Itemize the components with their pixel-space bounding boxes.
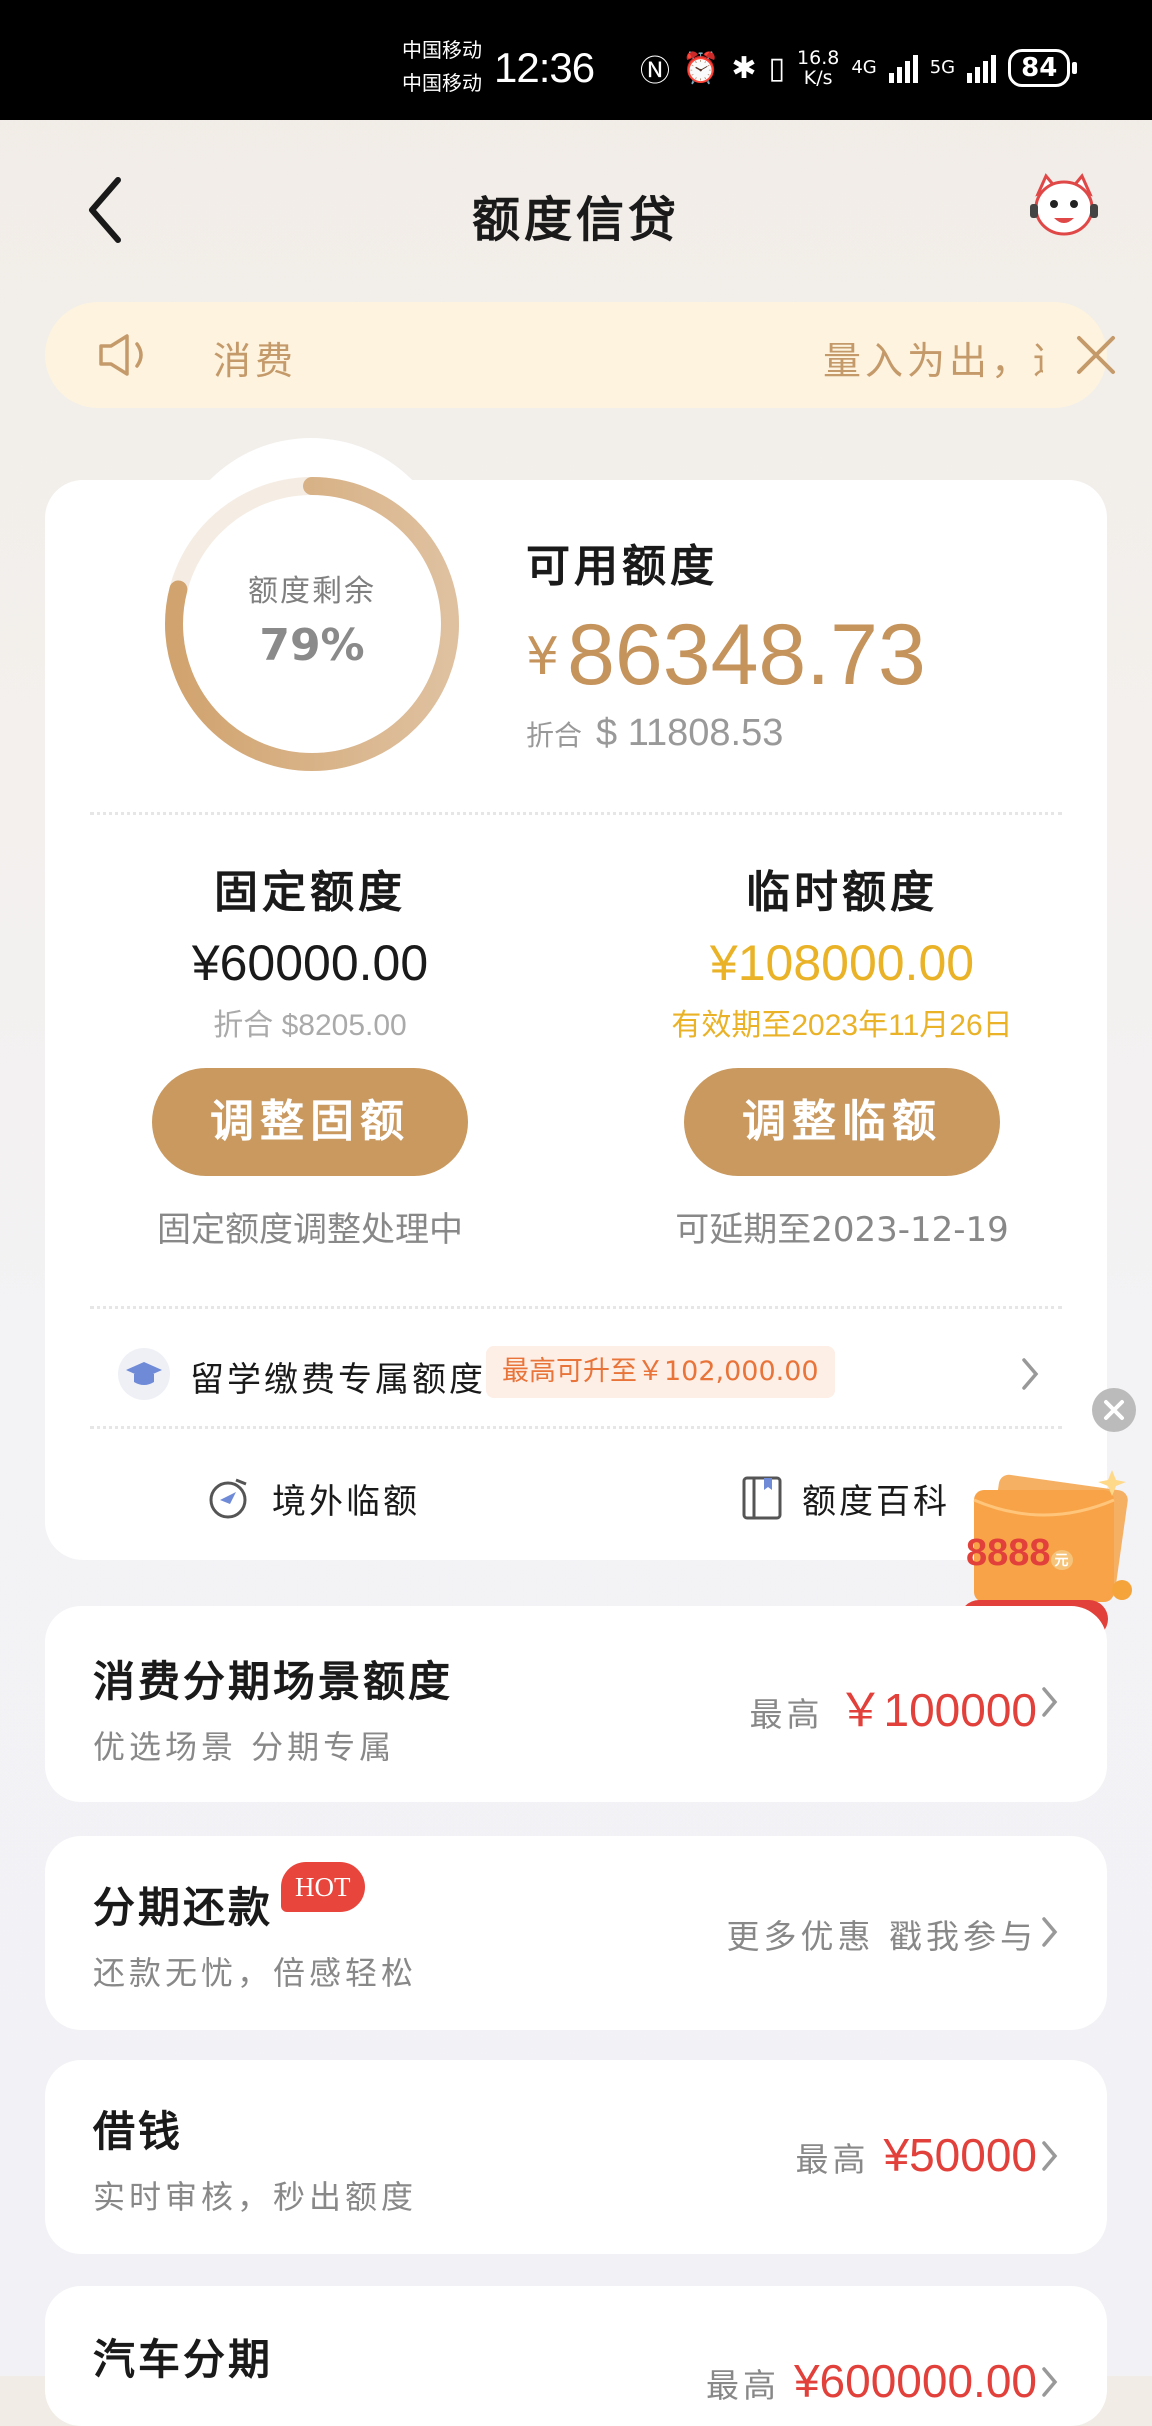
available-amount-value: 86348.73: [567, 607, 926, 703]
usd-amount: $ 11808.53: [596, 712, 784, 754]
chevron-right-icon: [1042, 1687, 1058, 1717]
notice-bar[interactable]: 消费 量入为出，适度消费: [45, 302, 1115, 408]
book-icon: [742, 1476, 782, 1520]
promo-unit: 元: [1050, 1550, 1073, 1570]
status-icons: Ⓝ ⏰ ✱ ▯ 16.8 K/s 4G 5G 84: [640, 44, 1078, 92]
available-quota-amount: ¥86348.73: [526, 606, 926, 705]
network-speed: 16.8 K/s: [797, 48, 839, 88]
service-subtitle: 优选场景 分期专属: [93, 1728, 396, 1766]
usd-prefix: 折合: [526, 719, 583, 752]
vibrate-icon: ▯: [768, 50, 786, 86]
signal-icon-2: [967, 53, 997, 83]
fixed-quota-label: 固定额度: [214, 867, 406, 918]
quota-wiki-link[interactable]: 额度百科: [740, 1468, 950, 1528]
page-title: 额度信贷: [471, 192, 680, 248]
service-card-installment-scene[interactable]: 消费分期场景额度 优选场景 分期专属 最高 ￥100000: [45, 1606, 1107, 1802]
quota-wiki-label: 额度百科: [802, 1481, 950, 1522]
ring-percent: 79%: [259, 620, 365, 671]
notice-tag: 消费: [213, 339, 298, 383]
service-value-prefix: 最高: [749, 1695, 824, 1734]
currency-symbol: ¥: [526, 627, 560, 687]
globe-plane-icon: [209, 1478, 247, 1519]
notice-message: 量入为出，适度消费: [823, 339, 1043, 383]
service-value: 最高 ￥100000: [750, 1674, 1038, 1740]
network-type-1: 4G: [851, 57, 877, 78]
chevron-right-icon: [1042, 2141, 1058, 2171]
service-value-amount: ¥50000: [883, 2129, 1038, 2181]
clock: 12:36: [494, 44, 595, 91]
nav-bar: 额度信贷: [0, 120, 1152, 290]
service-subtitle: 还款无忧，倍感轻松: [93, 1954, 418, 1992]
service-value: 最高 ¥50000: [796, 2128, 1038, 2182]
speaker-icon: [99, 334, 143, 376]
divider: [90, 812, 1062, 815]
bluetooth-icon: ✱: [731, 50, 757, 86]
graduation-cap-icon: [118, 1348, 170, 1400]
service-title: 消费分期场景额度: [93, 1657, 454, 1706]
study-abroad-label: 留学缴费专属额度: [190, 1360, 486, 1400]
adjust-fixed-button[interactable]: 调整固额: [152, 1068, 468, 1176]
temporary-quota-amount: ¥108000.00: [709, 935, 975, 991]
alarm-icon: ⏰: [682, 50, 720, 86]
service-card-car-installment[interactable]: 汽车分期 最高 ¥600000.00: [45, 2286, 1107, 2426]
service-value: 最高 ¥600000.00: [706, 2354, 1037, 2408]
service-title: 汽车分期: [93, 2335, 274, 2384]
status-bar: 中国移动 中国移动 12:36 Ⓝ ⏰ ✱ ▯ 16.8 K/s 4G 5G 8…: [0, 0, 1152, 120]
carrier-labels: 中国移动 中国移动: [402, 34, 482, 100]
service-title: 分期还款: [93, 1883, 274, 1932]
network-type-2: 5G: [929, 57, 956, 78]
divider: [90, 1426, 1062, 1429]
temporary-quota-label: 临时额度: [746, 867, 938, 918]
speed-value: 16.8: [797, 47, 840, 69]
service-value-amount: ¥600000.00: [793, 2355, 1037, 2407]
study-abroad-badge: 最高可升至￥102,000.00: [486, 1346, 835, 1398]
fixed-quota-usd: 折合 $8205.00: [213, 1009, 407, 1042]
temporary-quota-note: 可延期至2023-12-19: [675, 1210, 1009, 1250]
promo-close-button[interactable]: [1092, 1388, 1136, 1432]
service-value-prefix: 最高: [795, 2140, 870, 2179]
nfc-icon: Ⓝ: [640, 54, 670, 89]
chevron-right-icon: [1022, 1358, 1039, 1390]
carrier-1: 中国移动: [402, 38, 482, 62]
service-value-amount: ￥100000: [837, 1684, 1038, 1736]
service-card-borrow[interactable]: 借钱 实时审核，秒出额度 最高 ¥50000: [45, 2060, 1107, 2254]
customer-service-mascot-icon[interactable]: [1028, 170, 1100, 242]
hot-badge: HOT: [281, 1862, 365, 1912]
close-icon: [1104, 1400, 1124, 1420]
close-icon[interactable]: [1073, 332, 1119, 378]
chevron-right-icon: [1042, 1917, 1058, 1947]
temporary-quota: 临时额度 ¥108000.00 有效期至2023年11月26日: [612, 856, 1072, 1044]
fixed-quota-note: 固定额度调整处理中: [157, 1210, 463, 1250]
service-value-prefix: 最高: [705, 2366, 780, 2405]
speed-unit: K/s: [803, 67, 833, 89]
battery-icon: 84: [1008, 49, 1078, 87]
service-card-installment-repayment[interactable]: 分期还款 HOT 还款无忧，倍感轻松 更多优惠 戳我参与: [45, 1836, 1107, 2030]
temporary-quota-validity: 有效期至2023年11月26日: [671, 1009, 1013, 1042]
carrier-2: 中国移动: [402, 71, 482, 95]
ring-label: 额度剩余: [248, 574, 376, 609]
service-value: 更多优惠 戳我参与: [727, 1910, 1038, 1958]
service-value-prefix: 更多优惠 戳我参与: [726, 1917, 1037, 1956]
chevron-right-icon: [1042, 2367, 1058, 2397]
service-subtitle: 实时审核，秒出额度: [93, 2178, 418, 2216]
adjust-temporary-button[interactable]: 调整临额: [684, 1068, 1000, 1176]
signal-icon: [888, 53, 918, 83]
study-abroad-quota-row[interactable]: 留学缴费专属额度 最高可升至￥102,000.00: [118, 1346, 1048, 1402]
overseas-temp-quota-link[interactable]: 境外临额: [206, 1468, 420, 1528]
promo-amount: 8888 元: [966, 1532, 1073, 1575]
fixed-quota-amount: ¥60000.00: [191, 935, 429, 991]
overseas-temp-quota-label: 境外临额: [272, 1481, 420, 1522]
service-title: 借钱: [93, 2107, 184, 2156]
divider: [90, 1306, 1062, 1309]
promo-amount-value: 8888: [966, 1532, 1051, 1574]
available-usd: 折合 $ 11808.53: [526, 712, 783, 755]
available-quota-label: 可用额度: [526, 541, 718, 592]
fixed-quota: 固定额度 ¥60000.00 折合 $8205.00: [80, 856, 540, 1044]
